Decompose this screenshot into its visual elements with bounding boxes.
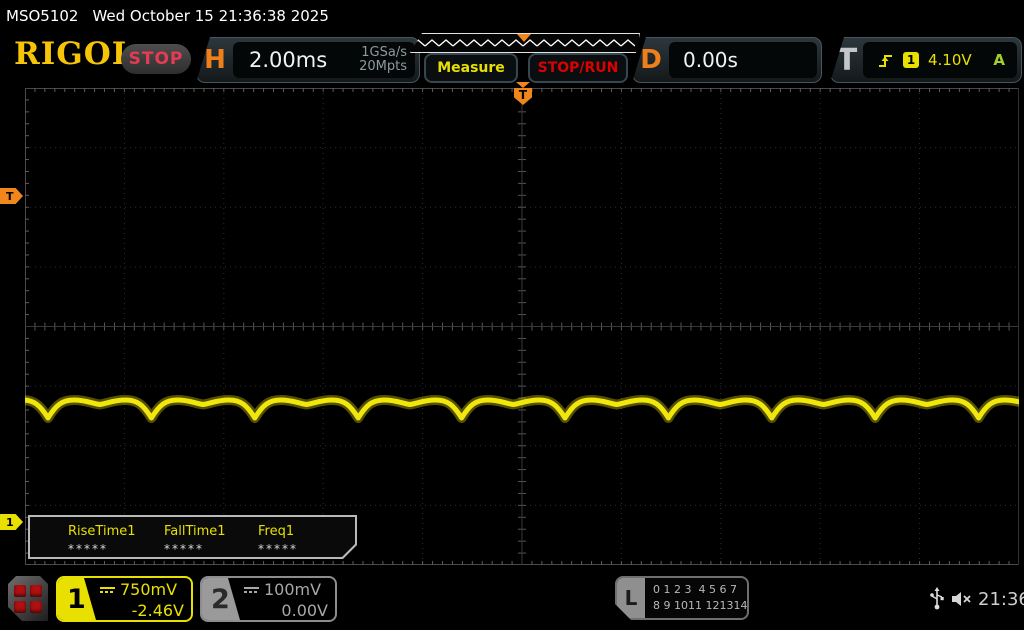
channel2-offset: 0.00V [281, 601, 328, 620]
measurement-freq: Freq1 ***** [258, 524, 298, 556]
logic-row2: 8 9 1011 12131415 [653, 599, 748, 612]
measurement-label: FallTime1 [164, 524, 226, 539]
status-line: MSO5102 Wed October 15 21:36:38 2025 [6, 7, 343, 25]
logic-channel-numbers: 0 1 2 3 4 5 6 7 8 9 1011 12131415 [653, 582, 749, 614]
sample-rate: 1GSa/s [361, 45, 407, 60]
speaker-muted-icon[interactable] [950, 590, 976, 608]
graticule-grid [0, 88, 1024, 565]
usb-icon [930, 587, 944, 610]
measurement-label: Freq1 [258, 524, 295, 539]
channel1-scale: 750mV [120, 580, 178, 599]
channel1-offset: -2.46V [131, 601, 184, 620]
trigger-panel[interactable]: T 1 4.10V A [830, 37, 1022, 83]
measurement-value: ***** [258, 542, 298, 556]
delay-value: 0.00s [683, 48, 738, 72]
measurement-box-border: RiseTime1 ***** FallTime1 ***** Freq1 **… [28, 515, 357, 559]
horizontal-label: H [204, 45, 226, 75]
channel2-scale: 100mV [264, 580, 322, 599]
main-menu-button[interactable] [8, 576, 48, 621]
trigger-label: T [836, 42, 858, 78]
trigger-position-pointer-icon[interactable] [516, 82, 530, 88]
logic-tab[interactable]: L [617, 578, 645, 618]
measurement-falltime: FallTime1 ***** [164, 524, 226, 556]
trigger-level-marker[interactable]: T [0, 188, 23, 204]
logic-channels-block[interactable]: L 0 1 2 3 4 5 6 7 8 9 1011 12131415 [615, 576, 749, 620]
channel1-block[interactable]: 1 750mV -2.46V [56, 576, 193, 622]
menu-grid-icon [14, 585, 42, 613]
model-name: MSO5102 [6, 7, 79, 25]
dc-coupling-icon [100, 586, 115, 593]
measurement-label: RiseTime1 [68, 524, 136, 539]
timebase-value: 2.00ms [249, 48, 328, 72]
trigger-source-badge: 1 [903, 52, 919, 68]
channel1-ground-marker[interactable]: 1 [0, 514, 23, 530]
system-clock: 21:36 [978, 589, 1024, 610]
delay-panel[interactable]: D 0.00s [632, 37, 822, 83]
channel1-number-tab[interactable]: 1 [58, 578, 96, 620]
rigol-logo: RIGOL [14, 36, 135, 72]
channel2-number-tab[interactable]: 2 [202, 578, 240, 620]
dc-coupling-icon [244, 586, 259, 593]
measurement-box[interactable]: RiseTime1 ***** FallTime1 ***** Freq1 **… [30, 517, 355, 557]
waveform-display[interactable] [0, 88, 1024, 565]
channel2-block[interactable]: 2 100mV 0.00V [200, 576, 337, 622]
trigger-mode: A [993, 51, 1005, 69]
acquisition-status-badge: STOP [121, 44, 191, 74]
overview-trigger-marker-icon[interactable] [517, 34, 531, 42]
measurement-value: ***** [68, 542, 108, 556]
logic-row1: 0 1 2 3 4 5 6 7 [653, 583, 737, 596]
delay-label: D [640, 45, 662, 75]
rising-edge-icon [879, 54, 892, 67]
stop-run-button[interactable]: STOP/RUN [528, 53, 628, 83]
datetime: Wed October 15 21:36:38 2025 [92, 7, 329, 25]
horizontal-panel[interactable]: H 2.00ms 1GSa/s 20Mpts [196, 37, 420, 83]
sample-rate-memory: 1GSa/s 20Mpts [359, 46, 415, 74]
trigger-level-value: 4.10V [928, 51, 972, 69]
memory-depth: 20Mpts [359, 59, 407, 74]
measure-button[interactable]: Measure [424, 53, 518, 83]
measurement-risetime: RiseTime1 ***** [68, 524, 136, 556]
measurement-value: ***** [164, 542, 204, 556]
